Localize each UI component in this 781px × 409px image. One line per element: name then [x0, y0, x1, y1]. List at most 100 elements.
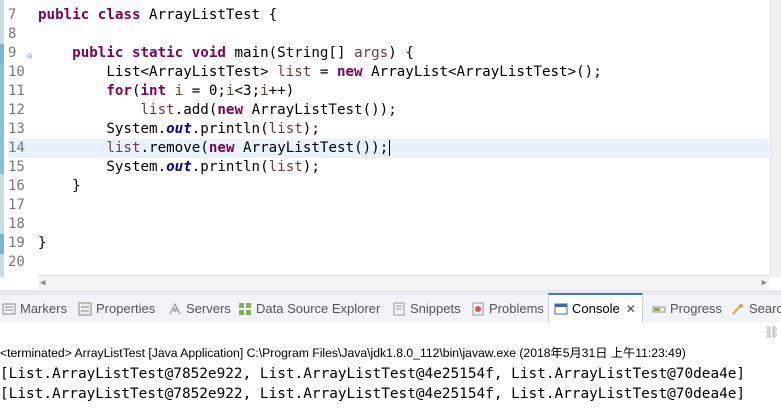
- code-text: }: [38, 177, 81, 196]
- code-token: List<ArrayListTest>: [38, 64, 278, 80]
- code-text: System.out.println(list);: [38, 120, 320, 139]
- tab-search[interactable]: Searc: [731, 295, 781, 322]
- data-source-icon: [239, 302, 251, 315]
- code-token: System.: [38, 121, 167, 137]
- vertical-scrollbar[interactable]: [770, 0, 781, 277]
- link-icon[interactable]: ⛓: [764, 325, 779, 339]
- tab-servers[interactable]: Servers: [168, 295, 231, 322]
- code-token: .println(: [191, 121, 269, 137]
- line-number: 13: [8, 121, 25, 137]
- console-output-line: [List.ArrayListTest@7852e922, List.Array…: [0, 366, 746, 382]
- code-token: ArrayListTest());: [243, 140, 389, 156]
- code-token: .println(: [191, 159, 269, 175]
- tab-progress[interactable]: Progress: [652, 295, 722, 322]
- line-number: 8: [8, 26, 17, 42]
- text-caret: [389, 140, 391, 156]
- tab-problems[interactable]: Problems: [471, 295, 544, 322]
- code-token: out: [166, 159, 192, 175]
- line-number: 7: [8, 7, 17, 23]
- code-token: int: [140, 83, 175, 99]
- code-line[interactable]: 10 List<ArrayListTest> list = new ArrayL…: [8, 63, 769, 82]
- close-icon[interactable]: ✕: [626, 302, 636, 316]
- code-line[interactable]: 15 System.out.println(list);: [8, 158, 769, 177]
- code-token: for: [106, 83, 132, 99]
- code-token: public static void: [72, 45, 235, 61]
- code-text: list.remove(new ArrayListTest());: [38, 139, 391, 158]
- scroll-left-icon[interactable]: ◀: [40, 278, 45, 288]
- code-token: ArrayListTest());: [251, 102, 397, 118]
- code-line[interactable]: 11 for(int i = 0;i<3;i++): [8, 82, 769, 101]
- code-line[interactable]: 13 System.out.println(list);: [8, 120, 769, 139]
- code-line[interactable]: 16 }: [8, 177, 769, 196]
- code-token: = 0;: [183, 83, 226, 99]
- line-number: 12: [8, 102, 25, 118]
- code-line[interactable]: 8: [8, 25, 769, 44]
- code-token: list: [268, 159, 303, 175]
- current-code-line[interactable]: 14 list.remove(new ArrayListTest());: [8, 139, 769, 158]
- scroll-right-icon[interactable]: ▶: [762, 278, 767, 288]
- code-token: .remove(: [140, 140, 209, 156]
- line-number: 19: [8, 235, 25, 251]
- horizontal-scrollbar[interactable]: ◀ ▶: [38, 275, 769, 290]
- code-token: =: [311, 64, 337, 80]
- code-text: }: [38, 234, 47, 253]
- code-text: for(int i = 0;i<3;i++): [38, 82, 294, 101]
- code-token: list: [106, 140, 141, 156]
- tab-data-source-explorer[interactable]: Data Source Explorer: [238, 295, 380, 322]
- console-icon: [554, 303, 568, 315]
- code-token: new: [208, 140, 244, 156]
- code-token: ) {: [388, 45, 414, 61]
- code-token: <3;: [234, 83, 261, 99]
- code-text: List<ArrayListTest> list = new ArrayList…: [38, 63, 602, 82]
- code-text: System.out.println(list);: [38, 158, 320, 177]
- code-editor[interactable]: 7 public class ArrayListTest { 8 9 ⊖ public …: [0, 0, 781, 290]
- code-token: );: [302, 121, 320, 137]
- code-line[interactable]: 18: [8, 215, 769, 234]
- line-number: 16: [8, 178, 25, 194]
- code-token: list: [277, 64, 312, 80]
- console-output[interactable]: <terminated> ArrayListTest [Java Applica…: [0, 344, 781, 409]
- code-token: list: [140, 102, 175, 118]
- code-token: out: [166, 121, 192, 137]
- code-token: new: [336, 64, 372, 80]
- snippets-icon: [393, 302, 405, 316]
- tab-snippets[interactable]: Snippets: [392, 295, 461, 322]
- code-line[interactable]: 9 ⊖ public static void main(String[] args…: [8, 44, 769, 63]
- tab-console[interactable]: Console ✕: [548, 293, 643, 324]
- code-lines[interactable]: 7 public class ArrayListTest { 8 9 ⊖ public …: [8, 6, 769, 272]
- line-number: 14: [8, 140, 25, 156]
- line-number: 10: [8, 64, 25, 80]
- properties-icon: [78, 302, 92, 316]
- code-line[interactable]: 19}: [8, 234, 769, 253]
- code-token: main(String[]: [234, 45, 355, 61]
- tab-markers[interactable]: Markers: [2, 295, 67, 322]
- code-token: list: [268, 121, 303, 137]
- code-text: list.add(new ArrayListTest());: [38, 101, 397, 120]
- code-token: }: [38, 235, 47, 251]
- problems-icon: [472, 302, 484, 316]
- code-token: new: [217, 102, 252, 118]
- change-marker: [0, 44, 4, 64]
- code-line[interactable]: 12 list.add(new ArrayListTest());: [8, 101, 769, 120]
- line-number: 18: [8, 216, 25, 232]
- console-toolbar: ⛓: [0, 322, 781, 344]
- servers-icon: [169, 302, 181, 314]
- line-number: 20: [8, 254, 25, 270]
- bottom-panel-tabs: Markers Properties Servers Data Source E…: [0, 293, 781, 324]
- code-line[interactable]: 20: [8, 253, 769, 272]
- line-number: 11: [8, 83, 25, 99]
- code-text: public class ArrayListTest {: [38, 6, 277, 25]
- line-number: 15: [8, 159, 25, 175]
- code-line[interactable]: 17: [8, 196, 769, 215]
- code-token: i: [174, 83, 184, 99]
- tab-properties[interactable]: Properties: [78, 295, 155, 322]
- search-icon: [732, 303, 743, 315]
- console-output-line: [List.ArrayListTest@7852e922, List.Array…: [0, 386, 746, 402]
- change-marker: [0, 234, 4, 254]
- code-token: i: [225, 83, 235, 99]
- code-token: ArrayList<ArrayListTest>();: [371, 64, 602, 80]
- code-line[interactable]: 7 public class ArrayListTest {: [8, 6, 769, 25]
